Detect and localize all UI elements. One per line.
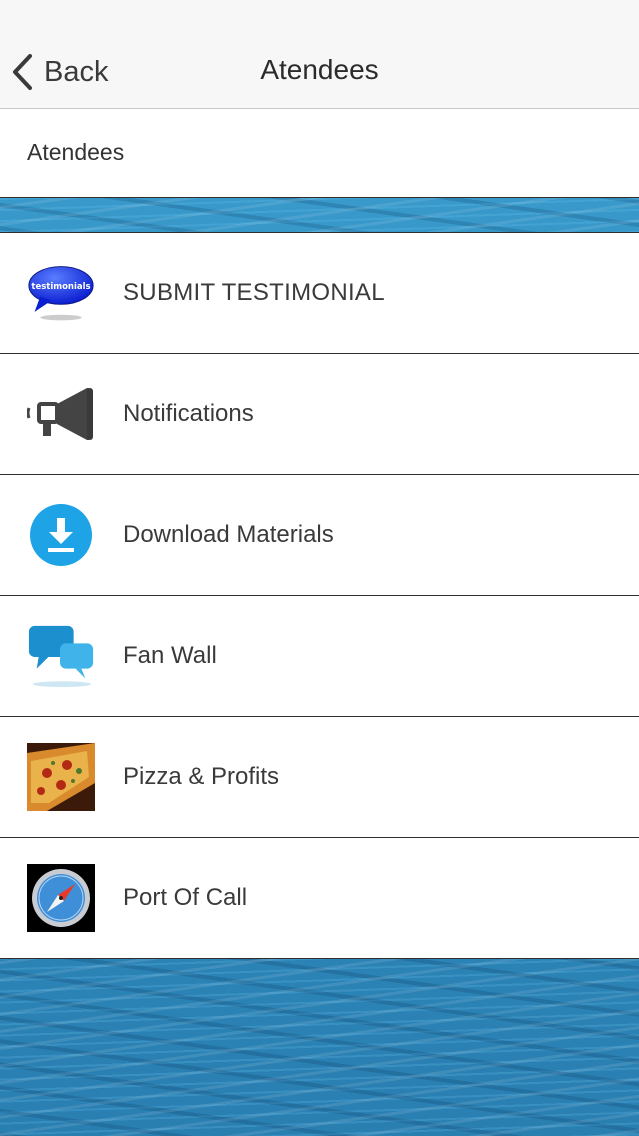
menu-item-label: Notifications [123, 400, 254, 427]
menu-item-submit-testimonial[interactable]: testimonials SUBMIT TESTIMONIAL [0, 233, 639, 354]
chat-bubbles-icon [27, 622, 95, 690]
menu-item-label: Download Materials [123, 521, 334, 548]
menu-item-notifications[interactable]: Notifications [0, 354, 639, 475]
pizza-icon [27, 743, 95, 811]
testimonials-bubble-icon: testimonials [27, 259, 95, 327]
menu-item-label: Pizza & Profits [123, 763, 280, 790]
menu-item-label: Port Of Call [123, 884, 248, 911]
section-header: Atendees [0, 109, 639, 198]
megaphone-icon [27, 380, 95, 448]
menu-item-download-materials[interactable]: Download Materials [0, 475, 639, 596]
menu-item-pizza-profits[interactable]: Pizza & Profits [0, 717, 639, 838]
page-title: Atendees [260, 54, 379, 85]
menu-item-port-of-call[interactable]: Port Of Call [0, 838, 639, 959]
download-icon [27, 501, 95, 569]
svg-text:testimonials: testimonials [31, 282, 90, 292]
navigation-bar: Back Atendees [0, 0, 639, 109]
menu-item-label: SUBMIT TESTIMONIAL [123, 279, 385, 306]
compass-icon [27, 864, 95, 932]
menu-list: testimonials SUBMIT TESTIMONIAL Notifica… [0, 232, 639, 959]
menu-item-fan-wall[interactable]: Fan Wall [0, 596, 639, 717]
section-header-title: Atendees [27, 139, 125, 165]
menu-item-label: Fan Wall [123, 642, 217, 669]
